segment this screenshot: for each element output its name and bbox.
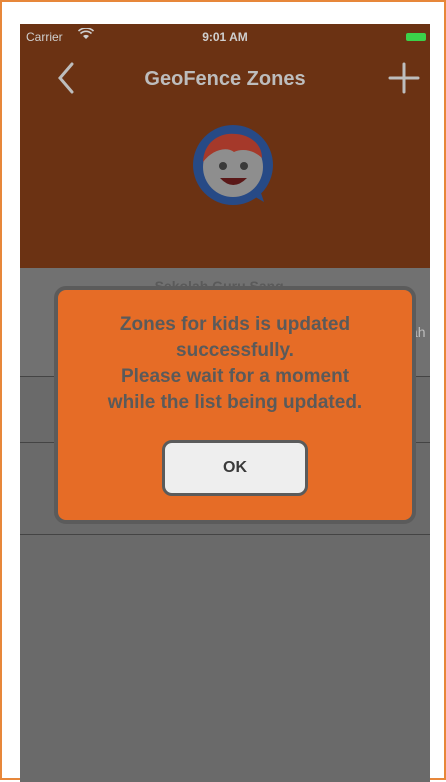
add-zone-button[interactable] xyxy=(384,58,424,98)
page-title: GeoFence Zones xyxy=(144,68,306,90)
kid-avatar-logo xyxy=(190,122,276,208)
update-alert-dialog: Zones for kids is updated successfully. … xyxy=(54,286,416,524)
app-screen: Carrier 9:01 AM ϟ GeoFence Zones xyxy=(20,24,430,782)
alert-message-line: Please wait for a moment xyxy=(120,366,350,387)
battery-icon xyxy=(406,33,426,41)
status-time: 9:01 AM xyxy=(202,30,248,44)
device-frame: Carrier 9:01 AM ϟ GeoFence Zones xyxy=(0,0,446,782)
plus-icon xyxy=(388,62,420,94)
status-bar: Carrier 9:01 AM ϟ xyxy=(20,24,430,50)
app-header: Carrier 9:01 AM ϟ GeoFence Zones xyxy=(20,24,430,268)
alert-message: Zones for kids is updated successfully. … xyxy=(68,312,402,416)
alert-message-line: Zones for kids is updated xyxy=(119,314,351,335)
alert-message-line: while the list being updated. xyxy=(107,392,363,413)
ok-button[interactable]: OK xyxy=(162,440,308,496)
alert-message-line: successfully. xyxy=(176,340,294,361)
nav-bar: GeoFence Zones xyxy=(20,54,430,102)
